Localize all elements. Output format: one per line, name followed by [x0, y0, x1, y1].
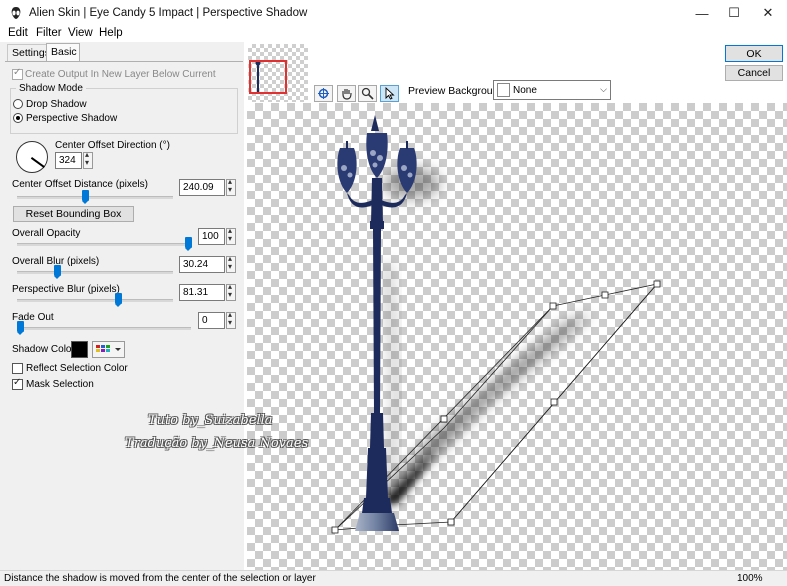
shadow-color-label: Shadow Color — [12, 344, 75, 355]
navigator-viewport[interactable] — [249, 60, 287, 94]
persp-blur-slider-thumb[interactable] — [115, 293, 122, 307]
perspective-shadow — [377, 167, 592, 508]
zoom-level: 100% — [737, 573, 763, 584]
drop-shadow-label: Drop Shadow — [26, 99, 87, 110]
watermark-line-2: Tradução by_Neusa Novaes — [125, 436, 309, 451]
drop-shadow-radio[interactable] — [13, 99, 23, 109]
fade-spinner[interactable] — [226, 310, 236, 329]
fade-input[interactable]: 0 — [198, 312, 225, 329]
status-bar: Distance the shadow is moved from the ce… — [0, 570, 787, 586]
perspective-shadow-label: Perspective Shadow — [26, 113, 118, 124]
persp-blur-slider-track[interactable] — [17, 299, 173, 302]
blur-input[interactable]: 30.24 — [179, 256, 225, 273]
preview-canvas[interactable]: Tuto by_Suizabella Tradução by_Neusa Nov… — [125, 103, 787, 570]
create-output-checkbox[interactable] — [12, 67, 23, 80]
shadow-mode-group — [10, 88, 238, 134]
distance-label: Center Offset Distance (pixels) — [12, 179, 148, 190]
pointer-icon[interactable] — [380, 85, 399, 102]
persp-blur-input[interactable]: 81.31 — [179, 284, 225, 301]
perspective-shadow-radio[interactable] — [13, 113, 23, 123]
preview-background-dropdown[interactable]: None ⌵ — [493, 80, 611, 100]
navigate-icon[interactable] — [314, 85, 333, 102]
chevron-down-icon: ⌵ — [600, 84, 607, 94]
reflect-selection-label: Reflect Selection Color — [26, 363, 128, 374]
menu-view[interactable]: View — [68, 27, 93, 39]
preview-background-value: None — [513, 85, 537, 96]
distance-slider-track[interactable] — [17, 196, 173, 199]
lamp-post-image — [337, 115, 417, 531]
minimize-button[interactable]: — — [685, 0, 719, 26]
blur-spinner[interactable] — [226, 254, 236, 273]
shadow-mode-title: Shadow Mode — [16, 83, 86, 94]
hand-icon[interactable] — [337, 85, 356, 102]
mask-selection-label: Mask Selection — [26, 379, 94, 390]
watermark-line-1: Tuto by_Suizabella — [148, 413, 273, 428]
zoom-icon[interactable] — [358, 85, 377, 102]
distance-input[interactable]: 240.09 — [179, 179, 225, 196]
blur-slider-track[interactable] — [17, 271, 173, 274]
mask-selection-checkbox[interactable] — [12, 377, 23, 390]
menu-bar: Edit Filter View Help — [0, 26, 787, 42]
cancel-button[interactable]: Cancel — [725, 65, 783, 81]
tab-basic[interactable]: Basic — [46, 43, 80, 62]
settings-panel: Settings Basic Create Output In New Laye… — [0, 42, 244, 570]
opacity-spinner[interactable] — [226, 226, 236, 245]
reflect-selection-checkbox[interactable] — [12, 363, 23, 374]
direction-label: Center Offset Direction (°) — [55, 140, 170, 151]
blur-slider-thumb[interactable] — [54, 265, 61, 279]
opacity-slider-thumb[interactable] — [185, 237, 192, 251]
close-button[interactable]: ✕ — [751, 0, 785, 26]
palette-icon — [96, 345, 121, 352]
background-swatch-icon — [497, 83, 510, 97]
palette-dropdown[interactable] — [92, 341, 125, 358]
shadow-color-swatch[interactable] — [71, 341, 88, 358]
fade-slider-track[interactable] — [17, 327, 191, 330]
direction-spinner[interactable] — [83, 150, 93, 169]
title-bar: Alien Skin | Eye Candy 5 Impact | Perspe… — [0, 0, 787, 26]
dial-hand — [31, 157, 45, 168]
menu-filter[interactable]: Filter — [36, 27, 62, 39]
persp-blur-label: Perspective Blur (pixels) — [12, 284, 120, 295]
persp-blur-spinner[interactable] — [226, 282, 236, 301]
status-text: Distance the shadow is moved from the ce… — [4, 573, 316, 584]
direction-dial[interactable] — [16, 141, 48, 173]
fade-slider-thumb[interactable] — [17, 321, 24, 335]
opacity-slider-track[interactable] — [17, 243, 191, 246]
menu-help[interactable]: Help — [99, 27, 123, 39]
create-output-label: Create Output In New Layer Below Current — [25, 69, 216, 80]
direction-input[interactable]: 324 — [55, 152, 82, 169]
distance-spinner[interactable] — [226, 177, 236, 196]
menu-edit[interactable]: Edit — [8, 27, 28, 39]
window-title: Alien Skin | Eye Candy 5 Impact | Perspe… — [29, 7, 308, 19]
alien-skin-icon — [11, 7, 21, 19]
ok-button[interactable]: OK — [725, 45, 783, 62]
opacity-label: Overall Opacity — [12, 228, 81, 239]
opacity-input[interactable]: 100 — [198, 228, 225, 245]
distance-slider-thumb[interactable] — [82, 190, 89, 204]
maximize-button[interactable]: ☐ — [717, 0, 751, 26]
preview-svg — [331, 115, 661, 534]
reset-bounding-box-button[interactable]: Reset Bounding Box — [13, 206, 134, 222]
